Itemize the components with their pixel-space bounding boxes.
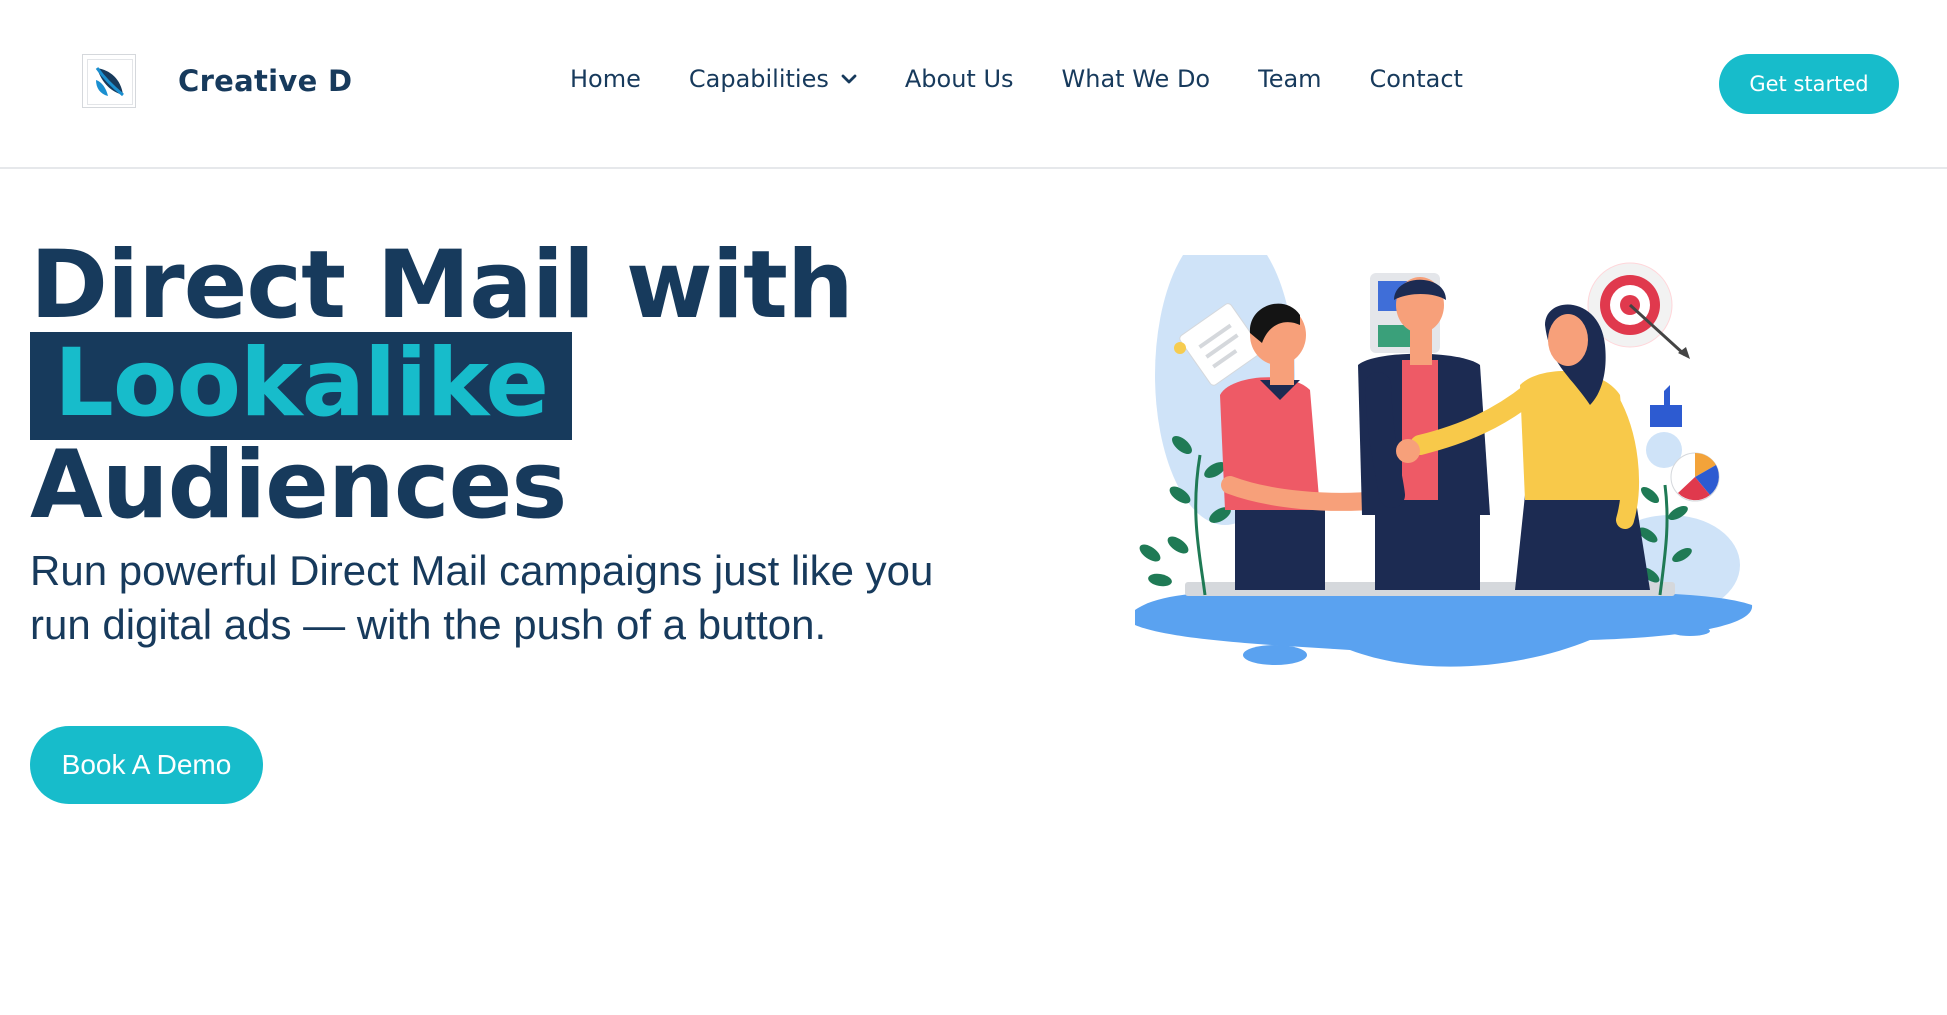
nav-team[interactable]: Team bbox=[1258, 65, 1321, 93]
nav-capabilities[interactable]: Capabilities bbox=[689, 65, 857, 93]
book-demo-button[interactable]: Book A Demo bbox=[30, 726, 263, 804]
nav-capabilities-label: Capabilities bbox=[688, 65, 829, 93]
leaf-logo-icon bbox=[82, 54, 136, 108]
nav-home-label: Home bbox=[570, 65, 641, 93]
hero-subtitle: Run powerful Direct Mail campaigns just … bbox=[30, 547, 934, 648]
brand-name: Creative D bbox=[178, 64, 353, 98]
chevron-down-icon bbox=[841, 74, 857, 84]
nav-what-we-do-label: What We Do bbox=[1061, 65, 1211, 93]
nav-home[interactable]: Home bbox=[570, 65, 641, 93]
brand-logo-link[interactable]: Creative D bbox=[82, 54, 352, 108]
nav-contact[interactable]: Contact bbox=[1370, 65, 1463, 93]
nav-about-us[interactable]: About Us bbox=[905, 65, 1014, 93]
main-nav: Home Capabilities About Us What We Do Te… bbox=[570, 65, 1511, 93]
team-handshake-illustration bbox=[1135, 255, 1753, 667]
nav-what-we-do[interactable]: What We Do bbox=[1062, 65, 1211, 93]
site-header: Creative D Home Capabilities About Us Wh… bbox=[0, 0, 1947, 169]
get-started-button[interactable]: Get started bbox=[1719, 54, 1899, 114]
hero-title-line-3: Audiences bbox=[30, 431, 567, 540]
hero-title: Direct Mail with Lookalike Audiences bbox=[30, 231, 854, 540]
hero-title-highlight: Lookalike bbox=[30, 332, 573, 440]
nav-about-us-label: About Us bbox=[904, 65, 1014, 93]
hero-title-line-1: Direct Mail with bbox=[30, 231, 854, 340]
nav-contact-label: Contact bbox=[1369, 65, 1463, 93]
nav-team-label: Team bbox=[1258, 65, 1322, 93]
